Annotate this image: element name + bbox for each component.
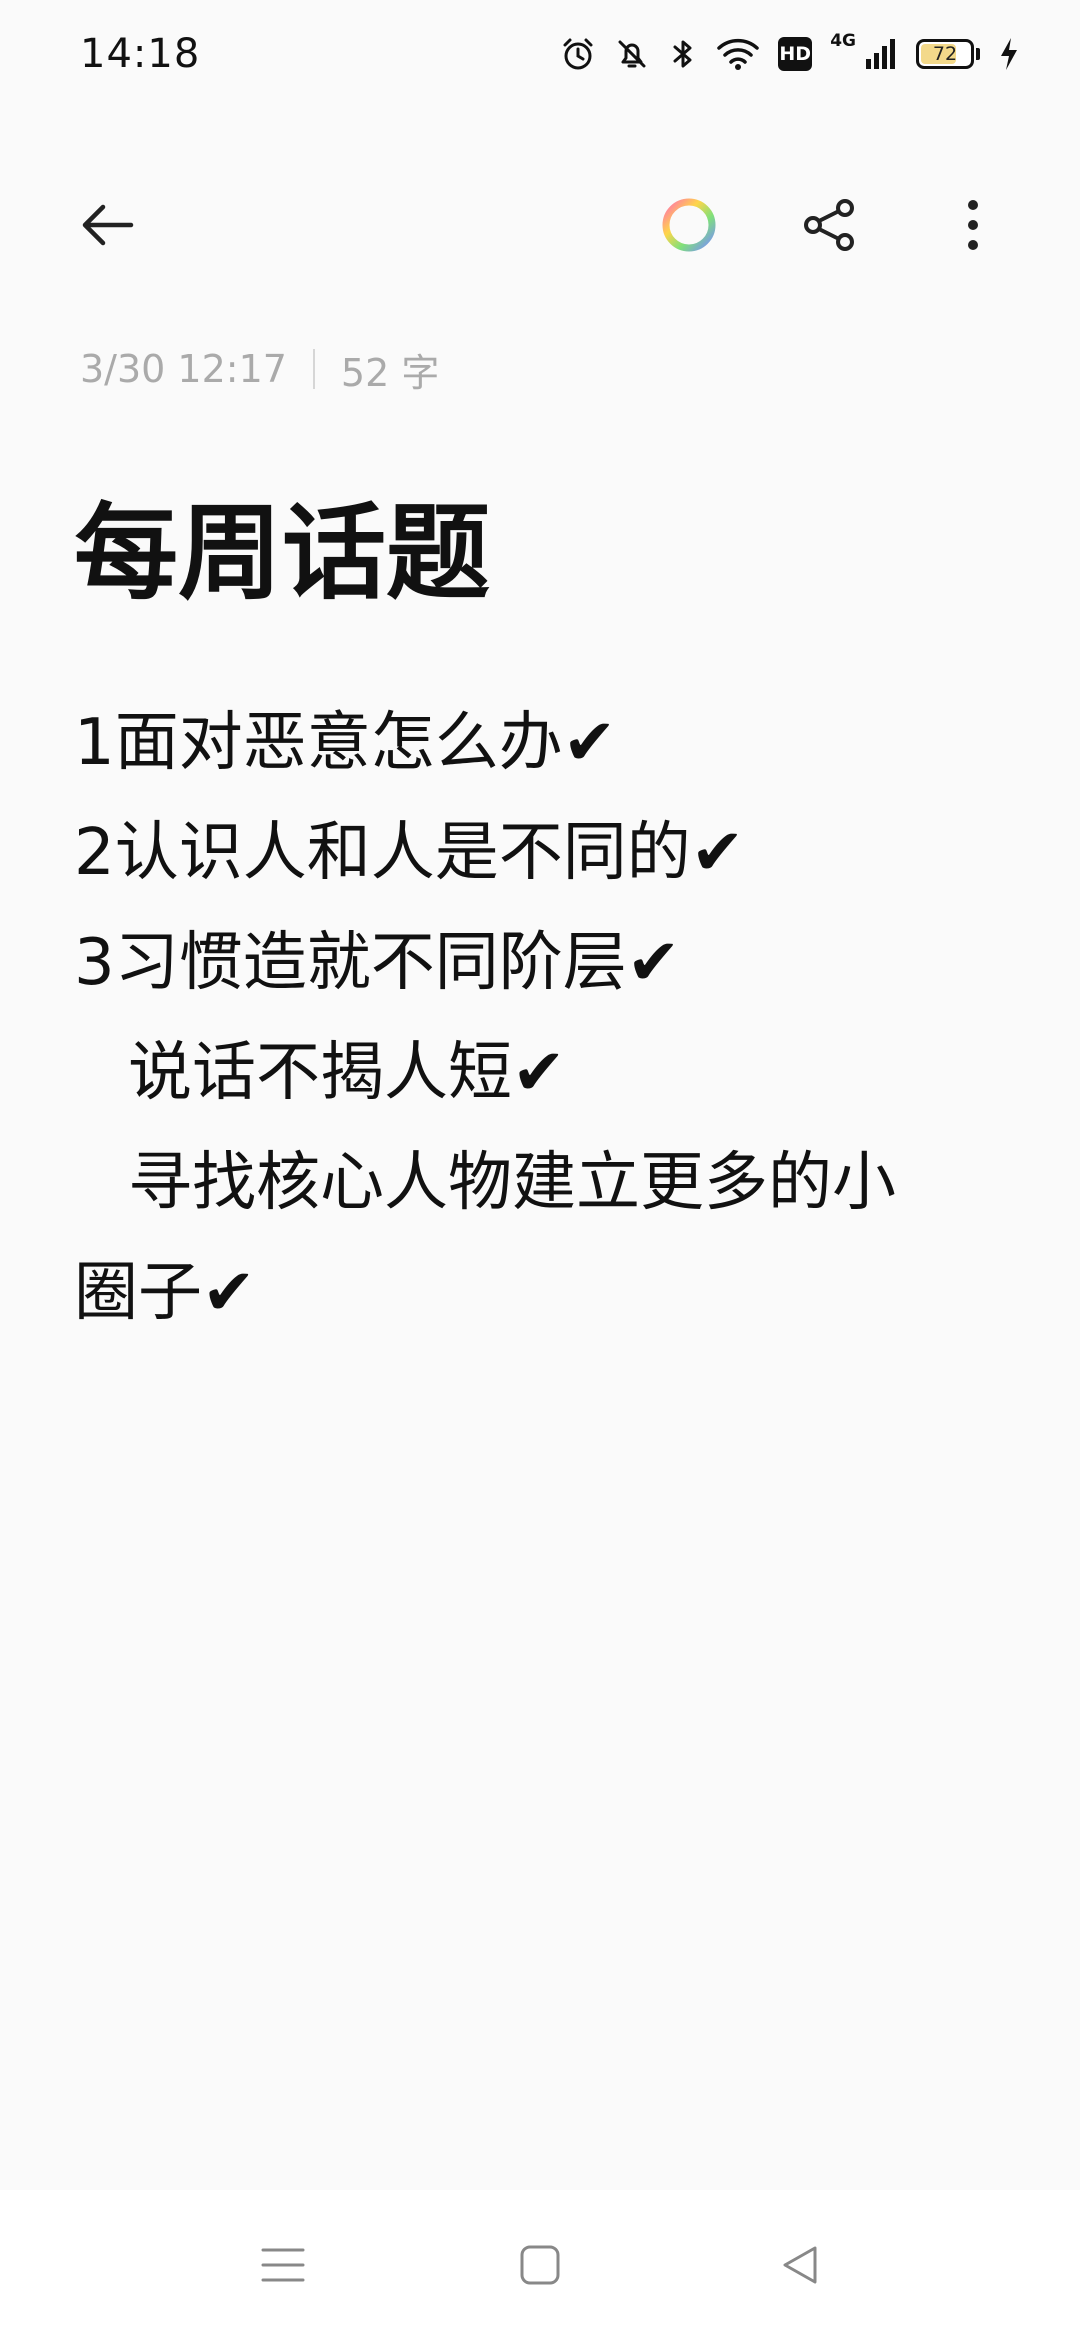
note-word-count: 52 字	[340, 350, 440, 395]
share-icon	[804, 199, 854, 251]
battery-level: 72	[932, 43, 958, 65]
note-line: 2认识人和人是不同的✔	[74, 816, 745, 890]
note-screen: 14:18 HD 4G 72 3/30 12:17 52 字 每周话题 1面对恶…	[0, 0, 1080, 2340]
color-picker-button[interactable]	[634, 170, 744, 280]
color-ring-icon	[662, 198, 716, 252]
home-square-icon	[520, 2245, 560, 2285]
nav-back-button[interactable]	[745, 2210, 855, 2320]
meta-divider	[312, 349, 315, 389]
network-type: 4G	[830, 31, 856, 51]
status-time: 14:18	[80, 31, 201, 77]
bluetooth-icon	[668, 36, 698, 72]
share-button[interactable]	[775, 170, 885, 280]
note-date: 3/30 12:17	[80, 347, 287, 391]
hd-badge: HD	[778, 37, 813, 71]
wifi-icon	[716, 36, 760, 72]
recent-apps-button[interactable]	[228, 2210, 338, 2320]
status-icons: HD 4G 72	[560, 26, 1020, 82]
home-button[interactable]	[485, 2210, 595, 2320]
more-options-button[interactable]	[918, 170, 1028, 280]
note-line: 说话不揭人短✔	[128, 1036, 566, 1110]
status-bar: 14:18 HD 4G 72	[0, 0, 1080, 108]
signal-icon	[864, 37, 898, 71]
alarm-icon	[560, 36, 596, 72]
note-line: 圈子✔	[74, 1256, 256, 1330]
battery-icon: 72	[916, 39, 974, 69]
back-triangle-icon	[783, 2246, 817, 2284]
note-toolbar	[0, 170, 1080, 280]
more-vertical-icon	[968, 200, 978, 250]
mute-bell-icon	[614, 36, 650, 72]
note-body[interactable]: 1面对恶意怎么办✔ 2认识人和人是不同的✔ 3习惯造就不同阶层✔ 说话不揭人短✔…	[74, 688, 1024, 1348]
note-meta: 3/30 12:17 52 字	[80, 342, 439, 396]
note-line: 1面对恶意怎么办✔	[74, 706, 617, 780]
note-line: 3习惯造就不同阶层✔	[74, 926, 681, 1000]
back-button[interactable]	[52, 170, 162, 280]
system-nav-bar	[0, 2190, 1080, 2340]
note-line: 寻找核心人物建立更多的小	[128, 1146, 896, 1220]
menu-icon	[261, 2248, 305, 2282]
note-title[interactable]: 每周话题	[74, 488, 490, 618]
battery-nub	[976, 48, 980, 60]
charging-icon	[998, 36, 1020, 72]
back-arrow-icon	[82, 204, 134, 246]
